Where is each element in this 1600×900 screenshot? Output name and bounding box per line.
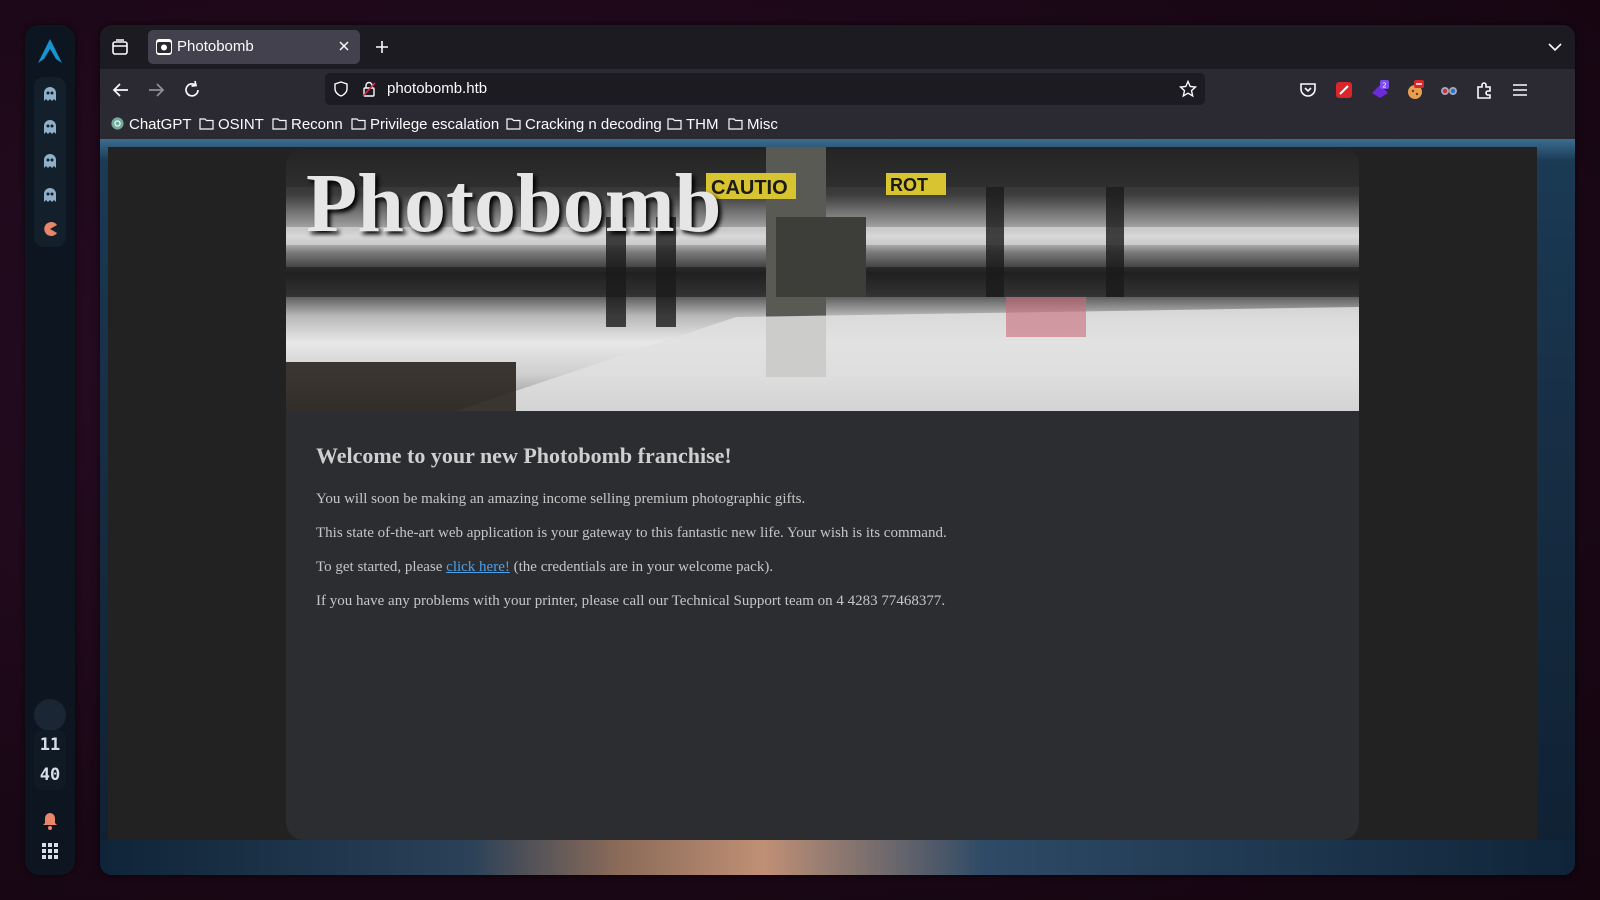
workspace-switcher [34, 77, 66, 247]
bookmark-folder-thm[interactable]: THM [667, 114, 719, 136]
purple-extension-badge-icon[interactable]: 2 [1369, 79, 1391, 101]
banner-label-caution: CAUTIO [711, 177, 788, 199]
forward-arrow-icon[interactable] [145, 79, 167, 101]
tracking-protection-shield-icon[interactable] [333, 81, 349, 97]
support-paragraph: If you have any problems with your print… [316, 593, 946, 609]
firefox-view-icon[interactable] [110, 37, 130, 57]
url-text: photobomb.htb [387, 80, 488, 97]
browser-window: Photobomb photobomb.htb 2 ChatGPT OSINT … [100, 25, 1575, 875]
desktop-wallpaper-strip [100, 840, 1575, 875]
content-card: CAUTIO ROT Photobomb Welcome to your new… [286, 147, 1359, 840]
workspace-1-ghost-icon[interactable] [42, 86, 58, 102]
web-page: CAUTIO ROT Photobomb Welcome to your new… [108, 147, 1537, 840]
moon-icon [45, 707, 53, 723]
intro-paragraph: You will soon be making an amazing incom… [316, 491, 806, 507]
folder-icon [351, 118, 366, 130]
printing-press-banner-image: CAUTIO ROT Photobomb [286, 147, 1359, 411]
bookmark-star-icon[interactable] [1179, 80, 1197, 98]
bookmark-label: OSINT [218, 116, 264, 133]
folder-icon [506, 118, 521, 130]
photobomb-favicon-icon [156, 39, 172, 55]
workspace-3-ghost-icon[interactable] [42, 153, 58, 169]
extensions-puzzle-icon[interactable] [1473, 79, 1495, 101]
back-arrow-icon[interactable] [110, 79, 132, 101]
side-dock: 11 40 [25, 25, 75, 875]
pocket-icon[interactable] [1297, 79, 1319, 101]
get-started-text: To get started, please [316, 559, 447, 575]
bookmark-label: Cracking n decoding [525, 116, 662, 133]
bookmark-label: Reconn [291, 116, 343, 133]
bookmark-folder-misc[interactable]: Misc [728, 114, 778, 136]
site-title: Photobomb [306, 157, 722, 250]
folder-icon [667, 118, 682, 130]
bookmark-label: THM [686, 116, 719, 133]
credentials-text: (the credentials are in your welcome pac… [509, 559, 774, 575]
bookmark-label: Privilege escalation [370, 116, 500, 133]
hamburger-menu-icon[interactable] [1509, 79, 1531, 101]
tab-title: Photobomb [177, 38, 254, 55]
page-viewport: CAUTIO ROT Photobomb Welcome to your new… [100, 139, 1575, 875]
bookmark-folder-privilege-escalation[interactable]: Privilege escalation [351, 114, 499, 136]
close-tab-icon[interactable] [336, 38, 352, 54]
bookmark-folder-cracking[interactable]: Cracking n decoding [506, 114, 662, 136]
tab-photobomb[interactable]: Photobomb [148, 30, 360, 64]
bookmarks-toolbar: ChatGPT OSINT Reconn Privilege escalatio… [100, 111, 1575, 139]
bookmark-chatgpt[interactable]: ChatGPT [110, 114, 192, 136]
clock-hour: 11 [39, 735, 61, 755]
gateway-paragraph: This state of-the-art web application is… [316, 525, 947, 541]
list-all-tabs-chevron-down-icon[interactable] [1545, 37, 1565, 57]
clock: 11 40 [34, 730, 66, 790]
folder-icon [199, 118, 214, 130]
cookie-extension-icon[interactable] [1404, 79, 1426, 101]
theme-toggle[interactable] [34, 699, 66, 731]
reload-icon[interactable] [181, 79, 203, 101]
insecure-lock-icon[interactable] [361, 81, 377, 97]
banner-label-rot: ROT [890, 175, 928, 195]
click-here-link[interactable]: click here! [446, 559, 510, 575]
folder-icon [728, 118, 743, 130]
nav-toolbar: photobomb.htb 2 [100, 69, 1575, 111]
workspace-2-ghost-icon[interactable] [42, 119, 58, 135]
new-tab-plus-icon[interactable] [372, 37, 392, 57]
folder-icon [272, 118, 287, 130]
chatgpt-icon [111, 117, 124, 130]
svg-text:2: 2 [1382, 82, 1386, 90]
bookmark-label: ChatGPT [129, 116, 192, 133]
welcome-heading: Welcome to your new Photobomb franchise! [316, 443, 732, 468]
app-grid-icon[interactable] [42, 843, 58, 859]
bookmark-label: Misc [747, 116, 778, 133]
bell-icon[interactable] [41, 812, 59, 830]
clock-minute: 40 [39, 765, 61, 785]
welcome-content: Welcome to your new Photobomb franchise!… [316, 443, 1316, 627]
workspace-5-pacman-icon[interactable] [42, 221, 58, 237]
get-started-paragraph: To get started, please click here! (the … [316, 559, 1316, 575]
tab-strip: Photobomb [100, 25, 1575, 69]
bookmark-folder-osint[interactable]: OSINT [199, 114, 264, 136]
wappalyzer-glasses-icon[interactable] [1438, 79, 1460, 101]
arch-logo-icon[interactable] [36, 37, 64, 65]
workspace-4-ghost-icon[interactable] [42, 187, 58, 203]
url-bar[interactable]: photobomb.htb [325, 73, 1205, 105]
red-extension-icon[interactable] [1333, 79, 1355, 101]
bookmark-folder-reconn[interactable]: Reconn [272, 114, 343, 136]
